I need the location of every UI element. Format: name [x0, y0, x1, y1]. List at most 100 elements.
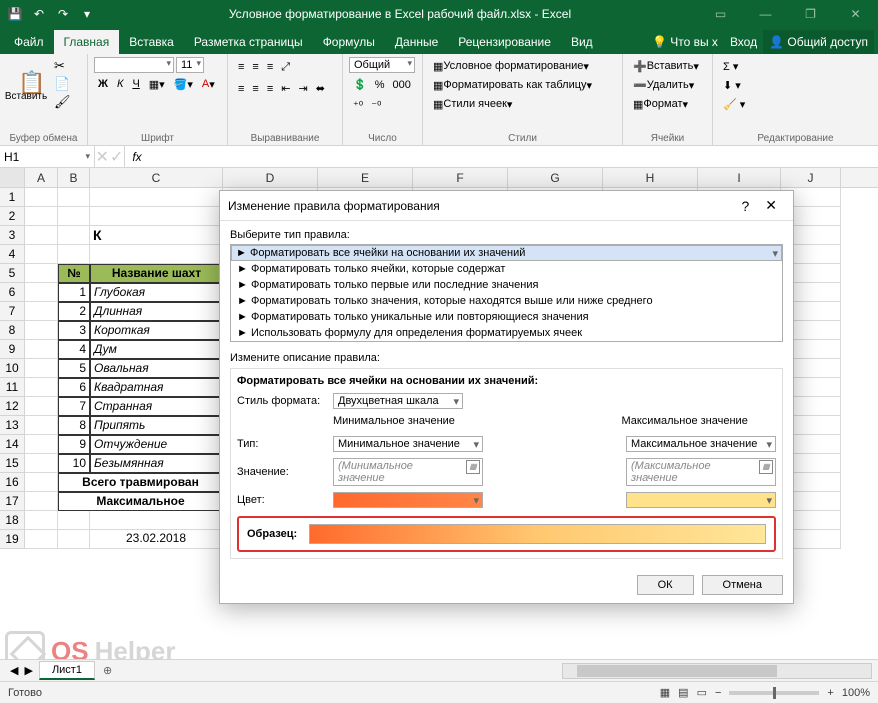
zoom-in-icon[interactable]: +	[827, 687, 833, 699]
cell[interactable]	[58, 188, 90, 207]
fx-icon[interactable]: fx	[132, 150, 141, 164]
cell[interactable]	[25, 435, 58, 454]
rule-type-list[interactable]: ► Форматировать все ячейки на основании …	[230, 244, 783, 342]
cell[interactable]: 6	[58, 378, 90, 397]
rule-item[interactable]: ► Форматировать все ячейки на основании …	[231, 245, 782, 261]
format-as-table[interactable]: ▦ Форматировать как таблицу ▾	[429, 76, 596, 94]
col-header[interactable]: C	[90, 168, 223, 187]
cell[interactable]: 23.02.2018	[90, 530, 223, 549]
cell[interactable]: 4	[58, 340, 90, 359]
paste-button[interactable]: 📋 Вставить	[6, 57, 46, 119]
maximize-icon[interactable]: ❐	[788, 0, 833, 28]
cell[interactable]: 2	[58, 302, 90, 321]
copy-icon[interactable]: 📄	[50, 75, 66, 91]
cell[interactable]	[58, 511, 90, 530]
zoom-slider[interactable]	[729, 691, 819, 695]
row-header[interactable]: 14	[0, 435, 24, 454]
sign-in[interactable]: Вход	[724, 30, 763, 54]
row-header[interactable]: 1	[0, 188, 24, 207]
cell[interactable]: Глубокая	[90, 283, 223, 302]
indent-dec[interactable]: ⇤	[277, 79, 294, 97]
cell[interactable]	[25, 207, 58, 226]
share-button[interactable]: 👤 Общий доступ	[763, 30, 874, 54]
row-header[interactable]: 11	[0, 378, 24, 397]
cell[interactable]	[25, 473, 58, 492]
merge[interactable]: ⬌	[312, 79, 329, 97]
select-all-corner[interactable]	[0, 168, 25, 187]
comma[interactable]: 000	[388, 76, 414, 94]
col-header[interactable]: D	[223, 168, 318, 187]
cell[interactable]: Максимальное	[58, 492, 223, 511]
underline-button[interactable]: Ч	[128, 75, 143, 93]
row-header[interactable]: 18	[0, 511, 24, 530]
cell[interactable]	[25, 340, 58, 359]
cell[interactable]	[25, 530, 58, 549]
font-size[interactable]: 11	[176, 57, 204, 73]
cell[interactable]	[58, 207, 90, 226]
cell[interactable]: 7	[58, 397, 90, 416]
redo-icon[interactable]: ↷	[52, 3, 74, 25]
align-mid[interactable]: ≡	[248, 58, 262, 76]
zoom-level[interactable]: 100%	[842, 687, 870, 699]
cell[interactable]	[90, 188, 223, 207]
cell[interactable]: К	[90, 226, 223, 245]
col-header[interactable]: F	[413, 168, 508, 187]
cell[interactable]	[58, 226, 90, 245]
format-cells[interactable]: ▦ Формат ▾	[629, 95, 692, 113]
fill[interactable]: ⬇ ▾	[719, 76, 745, 94]
cell[interactable]	[58, 245, 90, 264]
align-left[interactable]: ≡	[234, 80, 248, 98]
italic-button[interactable]: К	[113, 75, 127, 93]
add-sheet-icon[interactable]: ⊕	[95, 664, 120, 677]
autosum[interactable]: Σ ▾	[719, 57, 742, 75]
tab-layout[interactable]: Разметка страницы	[184, 30, 313, 54]
row-header[interactable]: 6	[0, 283, 24, 302]
tab-file[interactable]: Файл	[4, 30, 54, 54]
cell[interactable]: Всего травмирован	[58, 473, 223, 492]
dec-inc[interactable]: ⁺⁰	[349, 97, 367, 115]
rule-item[interactable]: ► Использовать формулу для определения ф…	[231, 325, 782, 341]
col-header[interactable]: J	[781, 168, 841, 187]
dec-dec[interactable]: ⁻⁰	[367, 97, 385, 115]
cell[interactable]: 8	[58, 416, 90, 435]
cell[interactable]: 9	[58, 435, 90, 454]
row-header[interactable]: 10	[0, 359, 24, 378]
tab-review[interactable]: Рецензирование	[448, 30, 561, 54]
cell[interactable]: Безымянная	[90, 454, 223, 473]
cell[interactable]	[25, 359, 58, 378]
max-color-select[interactable]	[626, 492, 776, 508]
tab-view[interactable]: Вид	[561, 30, 603, 54]
rule-item[interactable]: ► Форматировать только первые или послед…	[231, 277, 782, 293]
col-header[interactable]: G	[508, 168, 603, 187]
rule-item[interactable]: ► Форматировать только ячейки, которые с…	[231, 261, 782, 277]
cell[interactable]	[25, 321, 58, 340]
number-format[interactable]: Общий	[349, 57, 415, 73]
cell[interactable]	[25, 264, 58, 283]
formula-bar[interactable]	[149, 146, 878, 167]
ribbon-opts-icon[interactable]: ▭	[698, 0, 743, 28]
close-icon[interactable]: ✕	[833, 0, 878, 28]
sheet-tab[interactable]: Лист1	[39, 661, 95, 680]
col-header[interactable]: A	[25, 168, 58, 187]
name-box[interactable]: H1	[0, 146, 95, 167]
row-header[interactable]: 5	[0, 264, 24, 283]
save-icon[interactable]: 💾	[4, 3, 26, 25]
col-header[interactable]: I	[698, 168, 781, 187]
cell[interactable]: Отчуждение	[90, 435, 223, 454]
cell[interactable]: Квадратная	[90, 378, 223, 397]
qat-more-icon[interactable]: ▾	[76, 3, 98, 25]
percent[interactable]: %	[371, 76, 389, 94]
col-header[interactable]: H	[603, 168, 698, 187]
fill-color-button[interactable]: 🪣▾	[170, 75, 197, 93]
align-center[interactable]: ≡	[248, 80, 262, 98]
row-header[interactable]: 19	[0, 530, 24, 549]
zoom-out-icon[interactable]: −	[715, 687, 721, 699]
delete-cells[interactable]: ➖ Удалить ▾	[629, 76, 698, 94]
dialog-close-icon[interactable]: ✕	[757, 193, 785, 218]
row-header[interactable]: 2	[0, 207, 24, 226]
col-header[interactable]: E	[318, 168, 413, 187]
min-color-select[interactable]	[333, 492, 483, 508]
row-header[interactable]: 17	[0, 492, 24, 511]
cell[interactable]	[25, 226, 58, 245]
view-pagebreak-icon[interactable]: ▭	[697, 686, 707, 699]
